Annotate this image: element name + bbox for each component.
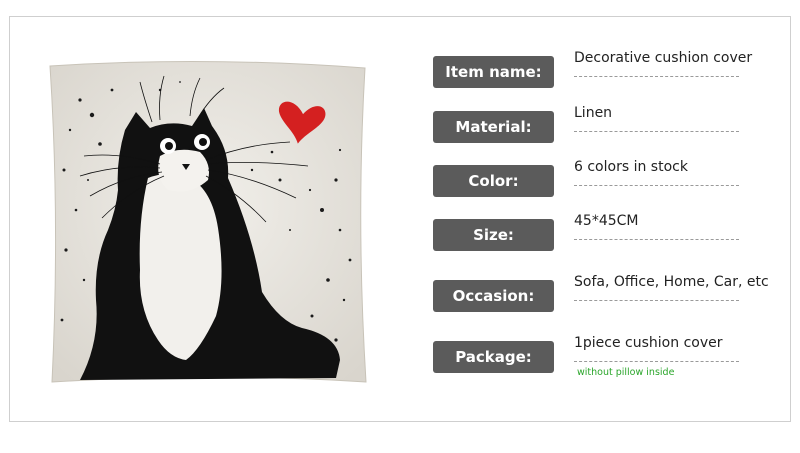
dashed-divider	[574, 131, 739, 132]
dashed-divider	[574, 239, 739, 240]
spec-value: 45*45CM	[574, 213, 639, 229]
dashed-divider	[574, 361, 739, 362]
spec-row-item-name: Item name: Decorative cushion cover	[433, 50, 763, 92]
spec-value: Sofa, Office, Home, Car, etc	[574, 274, 769, 290]
spec-label: Item name:	[433, 56, 554, 88]
dashed-divider	[574, 185, 739, 186]
spec-label: Package:	[433, 341, 554, 373]
dashed-divider	[574, 76, 739, 77]
spec-value: 6 colors in stock	[574, 159, 688, 175]
spec-row-size: Size: 45*45CM	[433, 213, 763, 255]
cushion-product-image	[40, 60, 375, 390]
spec-label: Material:	[433, 111, 554, 143]
cat-pillow-illustration	[49, 60, 367, 383]
spec-row-color: Color: 6 colors in stock	[433, 159, 763, 201]
spec-label: Color:	[433, 165, 554, 197]
spec-row-package: Package: 1piece cushion cover without pi…	[433, 335, 763, 378]
spec-value: Linen	[574, 105, 613, 121]
spec-label: Size:	[433, 219, 554, 251]
package-note: without pillow inside	[577, 367, 675, 378]
spec-row-occasion: Occasion: Sofa, Office, Home, Car, etc	[433, 274, 769, 316]
spec-value: Decorative cushion cover	[574, 50, 753, 66]
dashed-divider	[574, 300, 739, 301]
spec-label: Occasion:	[433, 280, 554, 312]
spec-value: 1piece cushion cover	[574, 335, 723, 351]
spec-row-material: Material: Linen	[433, 105, 763, 147]
